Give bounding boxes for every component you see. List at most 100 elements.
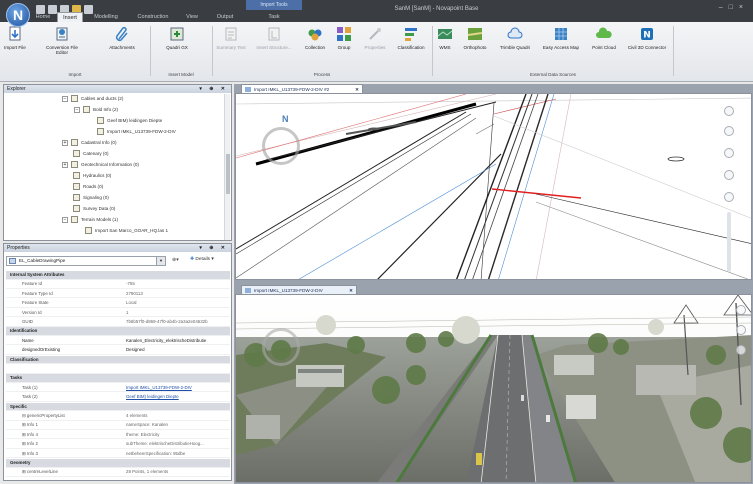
- tree-item[interactable]: + Cadastral Info (0): [62, 138, 117, 148]
- property-key: Feature State: [22, 300, 49, 306]
- viewport-bottom-point-cloud[interactable]: [235, 294, 752, 483]
- property-category[interactable]: Classification: [6, 355, 230, 365]
- trimble-quadri-button[interactable]: Trimble Quadri: [495, 26, 535, 50]
- viewport-tab-bottom[interactable]: Import IMKL_U13739-FDW-2-DIV ✕: [241, 285, 357, 294]
- property-row[interactable]: [6, 365, 230, 374]
- tree-item[interactable]: − Bold Info (2): [74, 105, 118, 115]
- app-menu-button[interactable]: N: [6, 3, 30, 27]
- property-row[interactable]: Feature Id -755: [6, 280, 230, 289]
- cad-linework: [236, 94, 751, 279]
- collection-button[interactable]: Collection: [300, 26, 330, 50]
- summary-text-button[interactable]: Summary Text: [214, 26, 248, 50]
- property-row[interactable]: ⊞ Info 3 netbeheerSpecification: 95dbe: [6, 450, 230, 459]
- tab-view[interactable]: View: [180, 12, 204, 22]
- orbit-icon[interactable]: [724, 148, 734, 158]
- pan-hand-icon[interactable]: [724, 126, 734, 136]
- classification-button[interactable]: Classification: [393, 26, 429, 50]
- tab-construction[interactable]: Construction: [130, 12, 176, 22]
- point-cloud-button[interactable]: Point Cloud: [587, 26, 621, 50]
- property-row[interactable]: ⊞ Info 2 subTheme: elektrischeDistributie…: [6, 440, 230, 449]
- tree-item[interactable]: + Geotechnical Information (0): [62, 160, 139, 170]
- tab-insert[interactable]: Insert: [57, 12, 83, 22]
- tree-item[interactable]: Geef BIM) leidingen Diepte: [86, 116, 162, 126]
- property-row[interactable]: Task (2) Geef BIM) leidingen Diepte: [6, 393, 230, 402]
- tree-item[interactable]: − Terrain Models (1): [62, 215, 118, 225]
- tree-item[interactable]: Roads (0): [62, 182, 103, 192]
- explorer-scrollbar[interactable]: [224, 94, 230, 240]
- tree-item[interactable]: − Cables and ducts (2): [62, 94, 123, 104]
- expand-icon[interactable]: +: [62, 139, 68, 146]
- folder-icon: [71, 95, 78, 103]
- panel-controls[interactable]: ▾ ⊕ ✕: [199, 85, 228, 93]
- view-cube-ring[interactable]: [262, 328, 300, 366]
- tree-item[interactable]: Catenary (0): [62, 149, 109, 159]
- group-button[interactable]: Group: [333, 26, 355, 50]
- window-controls[interactable]: –□×: [719, 4, 749, 11]
- property-category[interactable]: Identification: [6, 327, 230, 336]
- orbit-icon[interactable]: [736, 345, 746, 355]
- property-row[interactable]: designedOrExisting Designed: [6, 346, 230, 355]
- tree-item[interactable]: Hydraulics (0): [62, 171, 111, 181]
- tab-task[interactable]: Task: [256, 12, 292, 22]
- details-button[interactable]: ✚ Details ▾: [190, 257, 214, 262]
- select-tool-icon[interactable]: [736, 305, 746, 315]
- explorer-header: Explorer ▾ ⊕ ✕: [4, 85, 231, 93]
- tree-item[interactable]: Signaling (0): [62, 193, 109, 203]
- property-row[interactable]: ⊞ Info 1 nameSpace: Kanalen: [6, 421, 230, 430]
- civil-3d-connector-button[interactable]: N Civil 3D Connector: [624, 26, 670, 50]
- property-link[interactable]: Geef BIM) leidingen Diepte: [126, 393, 230, 402]
- tree-item-label: Terrain Models (1): [81, 217, 119, 222]
- orthophoto-button[interactable]: Orthophoto: [458, 26, 492, 50]
- quadri-gx-button[interactable]: Quadri GX: [160, 26, 194, 50]
- property-row[interactable]: ⊞ Info 4 theme: Electricity: [6, 431, 230, 440]
- view-cube-ring[interactable]: [262, 127, 300, 165]
- easy-access-map-button[interactable]: Easy Access Map: [538, 26, 584, 50]
- property-key: Task (2): [22, 394, 38, 400]
- viewport-tab-top[interactable]: Import IMKL_U13739-FDW-2-DIV #2 ✕: [241, 84, 363, 93]
- tree-item[interactable]: Import IMKL_U13739-FDW-2-DIV: [86, 127, 176, 137]
- property-row[interactable]: Name Kanalen_Electricity_elektrischeDistr…: [6, 337, 230, 346]
- select-tool-icon[interactable]: [724, 106, 734, 116]
- tree-item[interactable]: Survey Data (0): [62, 204, 115, 214]
- orthophoto-label: Orthophoto: [463, 45, 487, 50]
- zoom-icon[interactable]: [724, 192, 734, 202]
- collapse-icon[interactable]: −: [74, 106, 80, 113]
- collapse-icon[interactable]: −: [62, 95, 68, 102]
- property-row[interactable]: Feature Type Id 2790113: [6, 290, 230, 299]
- object-selector[interactable]: EL_CableDrawingPipe ▾: [6, 256, 166, 266]
- properties-button[interactable]: Properties: [360, 26, 390, 50]
- property-key: ⊞ Info 3: [22, 450, 38, 456]
- conversion-file-editor-button[interactable]: Conversion File Editor: [42, 26, 82, 55]
- viewport-top-3d[interactable]: N: [235, 93, 752, 280]
- filter-icon[interactable]: ⊕▾: [172, 257, 179, 263]
- tab-modelling[interactable]: Modelling: [86, 12, 126, 22]
- scrollbar-thumb[interactable]: [226, 154, 230, 194]
- chevron-down-icon[interactable]: ▾: [156, 257, 165, 265]
- tab-home[interactable]: Home: [30, 12, 56, 22]
- property-row[interactable]: GUID 7b6b57f0-d869-47f0-ab4b-2a3a2e04632b: [6, 318, 230, 327]
- wms-button[interactable]: WMS: [435, 26, 455, 50]
- property-link[interactable]: Import IMKL_U13739-FDW-2-DIV: [126, 384, 230, 393]
- property-category[interactable]: Geometry: [6, 459, 230, 468]
- property-row[interactable]: Task (1) Import IMKL_U13739-FDW-2-DIV: [6, 384, 230, 393]
- import-file-button[interactable]: Import File: [3, 26, 27, 50]
- insert-structure-button[interactable]: Insert Structure...: [254, 26, 294, 50]
- property-row[interactable]: ⊟ genericPropertyList 4 elements: [6, 412, 230, 421]
- property-row[interactable]: Version Id 1: [6, 309, 230, 318]
- property-row[interactable]: ⊞ centreLevelLine 28 Points, 1 elements: [6, 468, 230, 477]
- property-category[interactable]: Internal System Attributes: [6, 271, 230, 280]
- collapse-icon[interactable]: −: [62, 216, 68, 223]
- expand-icon[interactable]: +: [62, 161, 68, 168]
- property-category[interactable]: Tasks: [6, 374, 230, 383]
- pan-hand-icon[interactable]: [736, 325, 746, 335]
- property-key: Tasks: [10, 375, 23, 381]
- zoom-slider[interactable]: [727, 212, 731, 272]
- tab-output[interactable]: Output: [210, 12, 240, 22]
- group-label-external-data: External Data Sources: [530, 72, 576, 77]
- attachments-button[interactable]: Attachments: [105, 26, 139, 50]
- walk-icon[interactable]: [724, 170, 734, 180]
- property-row[interactable]: Feature State Local: [6, 299, 230, 308]
- panel-controls[interactable]: ▾ ⊕ ✕: [199, 244, 228, 252]
- tree-item[interactable]: Import San Marco_GOAR_HQ.las 1: [74, 226, 168, 236]
- property-category[interactable]: Specific: [6, 402, 230, 412]
